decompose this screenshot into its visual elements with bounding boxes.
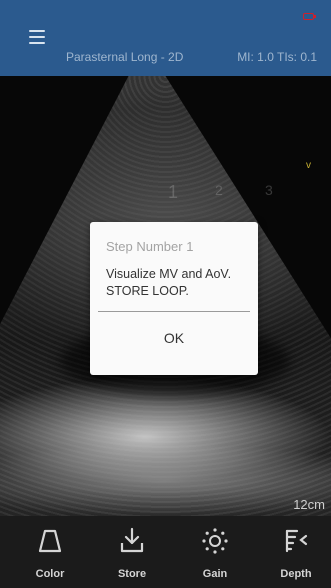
header-bar: Parasternal Long - 2D MI: 1.0 TIs: 0.1 <box>0 0 331 76</box>
thermal-index: MI: 1.0 TIs: 0.1 <box>237 50 317 64</box>
step-dialog: Step Number 1 Visualize MV and AoV. STOR… <box>90 222 258 375</box>
battery-icon <box>303 13 316 20</box>
ok-button[interactable]: OK <box>90 330 258 346</box>
sun-icon <box>202 528 228 554</box>
dialog-message: Visualize MV and AoV. STORE LOOP. <box>106 267 232 298</box>
orientation-marker: v <box>306 160 311 171</box>
dialog-divider <box>98 311 250 312</box>
ultrasound-app: Parasternal Long - 2D MI: 1.0 TIs: 0.1 1… <box>0 0 331 588</box>
depth-marker: 1 <box>168 182 179 202</box>
dialog-title: Step Number 1 <box>106 239 194 254</box>
depth-button[interactable]: Depth <box>266 516 326 588</box>
color-label: Color <box>35 568 65 580</box>
download-icon <box>120 527 144 553</box>
store-button[interactable]: Store <box>102 516 162 588</box>
depth-marker: 3 <box>265 182 273 198</box>
bottom-toolbar: Color Store Gain Depth <box>0 516 331 588</box>
depth-readout: 12cm <box>293 497 325 512</box>
depth-label: Depth <box>280 568 312 580</box>
gain-button[interactable]: Gain <box>185 516 245 588</box>
imaging-mode: Parasternal Long - 2D <box>66 50 184 64</box>
store-label: Store <box>117 568 147 580</box>
color-probe-icon <box>38 529 62 553</box>
color-button[interactable]: Color <box>20 516 80 588</box>
menu-icon[interactable] <box>29 30 45 44</box>
depth-icon <box>285 529 308 553</box>
depth-marker: 2 <box>215 182 223 198</box>
gain-label: Gain <box>202 568 228 580</box>
